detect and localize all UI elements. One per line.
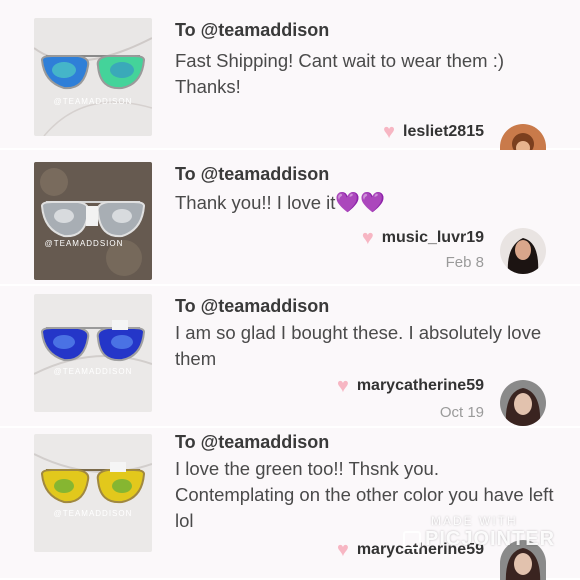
review-message: I am so glad I bought these. I absolutel…	[175, 322, 542, 369]
recipient-label: To @teamaddison	[175, 432, 330, 452]
watermark-line1: MADE WITH	[431, 514, 518, 528]
watermark-line2: PICJOINTER	[425, 528, 556, 550]
review-message: Fast Shipping! Cant wait to wear them :)…	[175, 50, 505, 97]
picjointer-logo-icon	[403, 530, 421, 549]
watermark-line2-row: PICJOINTER	[403, 528, 555, 551]
product-photo[interactable]: @TEAMADDISON	[34, 294, 152, 412]
product-photo[interactable]: @TEAMADDSION	[34, 162, 152, 280]
heart-icon[interactable]: ♥	[383, 122, 395, 142]
reviewer-row[interactable]: ♥ music_luvr19	[362, 228, 484, 248]
review-date: Feb 8	[445, 254, 484, 271]
review-message: Thank you!! I love it💜💜	[175, 192, 386, 214]
review-card[interactable]: @TEAMADDSION To @teamaddison Thank you!!…	[0, 150, 580, 286]
reviewer-username[interactable]: marycatherine59	[357, 377, 484, 395]
reviewer-row[interactable]: ♥ marycatherine59	[337, 376, 484, 396]
svg-text:@TEAMADDISON: @TEAMADDISON	[54, 509, 133, 518]
reviewer-row[interactable]: ♥ lesliet2815	[383, 122, 484, 142]
recipient-label: To @teamaddison	[175, 20, 330, 40]
heart-icon[interactable]: ♥	[337, 540, 349, 560]
review-date: Oct 19	[439, 404, 484, 421]
avatar[interactable]	[500, 124, 546, 150]
reviewer-username[interactable]: music_luvr19	[382, 229, 484, 247]
product-photo[interactable]: @TEAMADDISON	[34, 434, 152, 552]
avatar[interactable]	[500, 228, 546, 274]
svg-text:@TEAMADDISON: @TEAMADDISON	[54, 367, 133, 376]
heart-icon[interactable]: ♥	[337, 376, 349, 396]
avatar[interactable]	[500, 380, 546, 426]
recipient-label: To @teamaddison	[175, 296, 330, 316]
reviewer-username[interactable]: lesliet2815	[403, 123, 484, 141]
heart-icon[interactable]: ♥	[362, 228, 374, 248]
product-photo[interactable]: @TEAMADDISON	[34, 18, 152, 136]
review-card[interactable]: @TEAMADDISON To @teamaddison I love the …	[0, 428, 580, 580]
recipient-label: To @teamaddison	[175, 164, 330, 184]
svg-text:@TEAMADDSION: @TEAMADDSION	[45, 239, 124, 248]
review-card[interactable]: @TEAMADDISON To @teamaddison I am so gla…	[0, 286, 580, 428]
picjointer-watermark: MADE WITH PICJOINTER	[403, 514, 555, 551]
purple-heart-emoji: 💜💜	[335, 192, 386, 214]
svg-text:@TEAMADDISON: @TEAMADDISON	[54, 97, 133, 106]
review-card[interactable]: @TEAMADDISON To @teamaddison Fast Shippi…	[0, 0, 580, 150]
